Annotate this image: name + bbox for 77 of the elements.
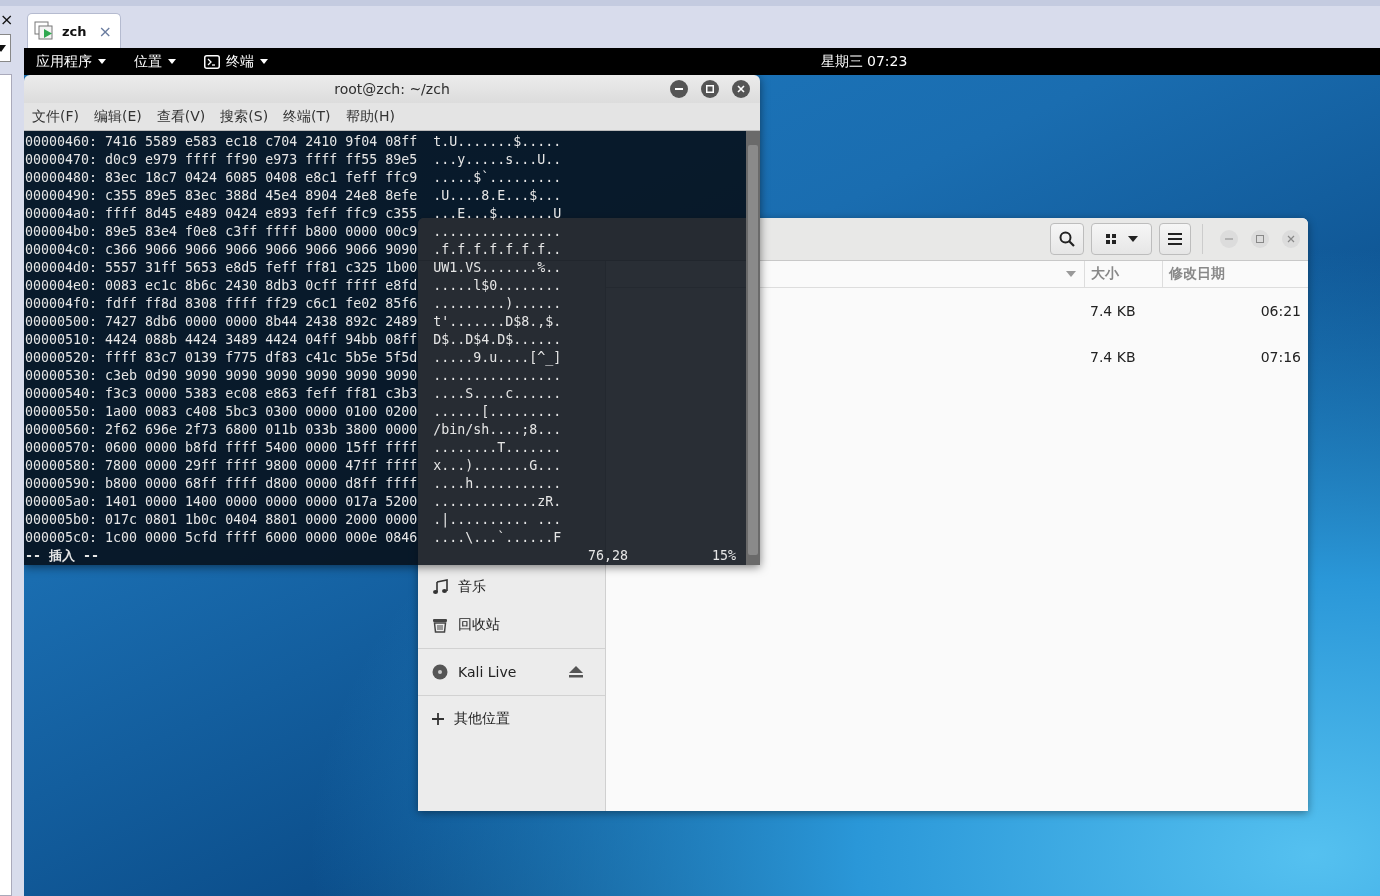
modified-time: 07:16 [1259, 349, 1302, 365]
modified-time: 06:21 [1259, 303, 1302, 319]
hex-dump-line: 00000550: 1a00 0083 c408 5bc3 0300 0000 0100 0200 ......[......... [24, 403, 563, 421]
hex-dump-line: 00000580: 7800 0000 29ff ffff 9800 0000 47ff ffff x...).......G... [24, 457, 563, 475]
sort-caret-icon [1066, 271, 1076, 277]
file-size: 7.4 KB [1089, 303, 1137, 319]
terminal-icon [204, 54, 220, 69]
menu-icon [1168, 233, 1182, 245]
caret-icon [168, 59, 176, 64]
window-title: root@zch: ~/zch [334, 81, 450, 97]
hex-dump-line: 00000500: 7427 8db6 0000 0000 8b44 2438 892c 2489 t'.......D$8.,$. [24, 313, 563, 331]
hex-dump-line: 000005b0: 017c 0801 1b0c 0404 8801 0000 2000 0000 .|.......... ... [24, 511, 563, 529]
view-button[interactable] [1091, 223, 1152, 255]
scrollbar[interactable] [746, 131, 760, 565]
file-size: 7.4 KB [1089, 349, 1137, 365]
music-note-icon [432, 579, 448, 595]
hex-dump-line: 00000470: d0c9 e979 ffff ff90 e973 ffff ff55 89e5 ...y.....s...U.. [24, 151, 563, 169]
hex-dump-line: 000005c0: 1c00 0000 5cfd ffff 6000 0000 000e 0846 ....\...`......F [24, 529, 563, 547]
close-icon [737, 85, 745, 93]
menu-item[interactable]: 终端(T) [283, 107, 331, 126]
hex-dump-line: 00000510: 4424 088b 4424 3489 4424 04ff 94bb 08ff D$..D$4.D$...... [24, 331, 563, 349]
minimize-button[interactable] [670, 80, 688, 98]
sidebar-item[interactable]: Kali Live [418, 653, 605, 691]
menu-item[interactable]: 搜索(S) [220, 107, 269, 126]
scroll-thumb[interactable] [748, 145, 758, 555]
editor-mode: -- 插入 -- [25, 547, 101, 565]
close-icon [1287, 235, 1295, 243]
close-button[interactable]: × [0, 6, 12, 30]
hex-dump-line: 00000460: 7416 5589 e583 ec18 c704 2410 9f04 08ff t.U.......$..... [24, 133, 563, 151]
sidebar-item[interactable]: 其他位置 [418, 700, 605, 738]
cursor-position: 76,28 [587, 547, 628, 565]
hex-dump-line: 000004c0: c366 9066 9066 9066 9066 9066 9066 9090 .f.f.f.f.f.f.f.. [24, 241, 563, 259]
search-button[interactable] [1050, 223, 1084, 255]
trash-icon [432, 617, 448, 633]
search-icon [1059, 231, 1075, 247]
scroll-percent: 15% [710, 547, 737, 565]
sidebar-item[interactable]: 音乐 [418, 568, 605, 606]
dropdown[interactable] [0, 34, 11, 62]
eject-icon[interactable] [569, 666, 583, 678]
hex-dump-line: 000004b0: 89e5 83e4 f0e8 c3ff ffff b800 0000 00c9 ................ [24, 223, 563, 241]
maximize-icon [1256, 235, 1264, 243]
hex-dump-line: 00000540: f3c3 0000 5383 ec08 e863 feff ff81 c3b3 ....S....c...... [24, 385, 563, 403]
hex-dump-line: 00000490: c355 89e5 83ec 388d 45e4 8904 24e8 8efe .U....8.E...$... [24, 187, 563, 205]
sidebar-item[interactable]: 回收站 [418, 606, 605, 644]
hex-dump-line: 00000570: 0600 0000 b8fd ffff 5400 0000 15ff ffff ........T....... [24, 439, 563, 457]
hex-dump-line: 00000590: b800 0000 68ff ffff d800 0000 d8ff ffff ....h........... [24, 475, 563, 493]
plus-icon [432, 713, 444, 725]
hex-dump-line: 00000530: c3eb 0d90 9090 9090 9090 9090 9090 9090 ................ [24, 367, 563, 385]
hex-dump-line: 000004d0: 5557 31ff 5653 e8d5 feff ff81 c325 1b00 UW1.VS.......%.. [24, 259, 563, 277]
caret-icon [1127, 236, 1138, 242]
hex-dump-line: 00000480: 83ec 18c7 0424 6085 0408 e8c1 feff ffc9 .....$`......... [24, 169, 563, 187]
hex-dump-line: 000004a0: ffff 8d45 e489 0424 e893 feff ffc9 c355 ...E...$.......U [24, 205, 563, 223]
grid-icon [1105, 234, 1116, 244]
menu-item[interactable]: 编辑(E) [94, 107, 142, 126]
close-button[interactable] [732, 80, 750, 98]
clock[interactable]: 星期三 07:23 [820, 52, 908, 71]
hex-dump-line: 00000520: ffff 83c7 0139 f775 df83 c41c 5b5e 5f5d .....9.u....[^_] [24, 349, 563, 367]
menu-item[interactable]: 查看(V) [156, 107, 206, 126]
panel-menu[interactable]: 应用程序 [36, 52, 106, 71]
maximize-icon [706, 85, 714, 93]
caret-icon [260, 59, 268, 64]
menu-button[interactable] [1159, 223, 1191, 255]
panel-menu[interactable]: 终端 [204, 52, 268, 71]
menu-item[interactable]: 帮助(H) [345, 107, 396, 126]
caret-icon [98, 59, 106, 64]
panel-menu[interactable]: 位置 [134, 52, 176, 71]
maximize-button[interactable] [701, 80, 719, 98]
hex-dump-line: 000004f0: fdff ff8d 8308 ffff ff29 c6c1 fe02 85f6 .........)...... [24, 295, 563, 313]
close-icon[interactable]: × [98, 21, 112, 41]
hex-dump-line: 000005a0: 1401 0000 1400 0000 0000 0000 017a 5200 .............zR. [24, 493, 563, 511]
minimize-icon [675, 85, 683, 93]
disc-icon [432, 664, 448, 680]
tab[interactable]: zch × [27, 13, 121, 48]
hex-dump-line: 000004e0: 0083 ec1c 8b6c 2430 8db3 0cff ffff e8fd .....l$0........ [24, 277, 563, 295]
hex-dump-line: 00000560: 2f62 696e 2f73 6800 011b 033b 3800 0000 /bin/sh....;8... [24, 421, 563, 439]
menu-item[interactable]: 文件(F) [32, 107, 79, 126]
vm-icon [34, 21, 56, 41]
